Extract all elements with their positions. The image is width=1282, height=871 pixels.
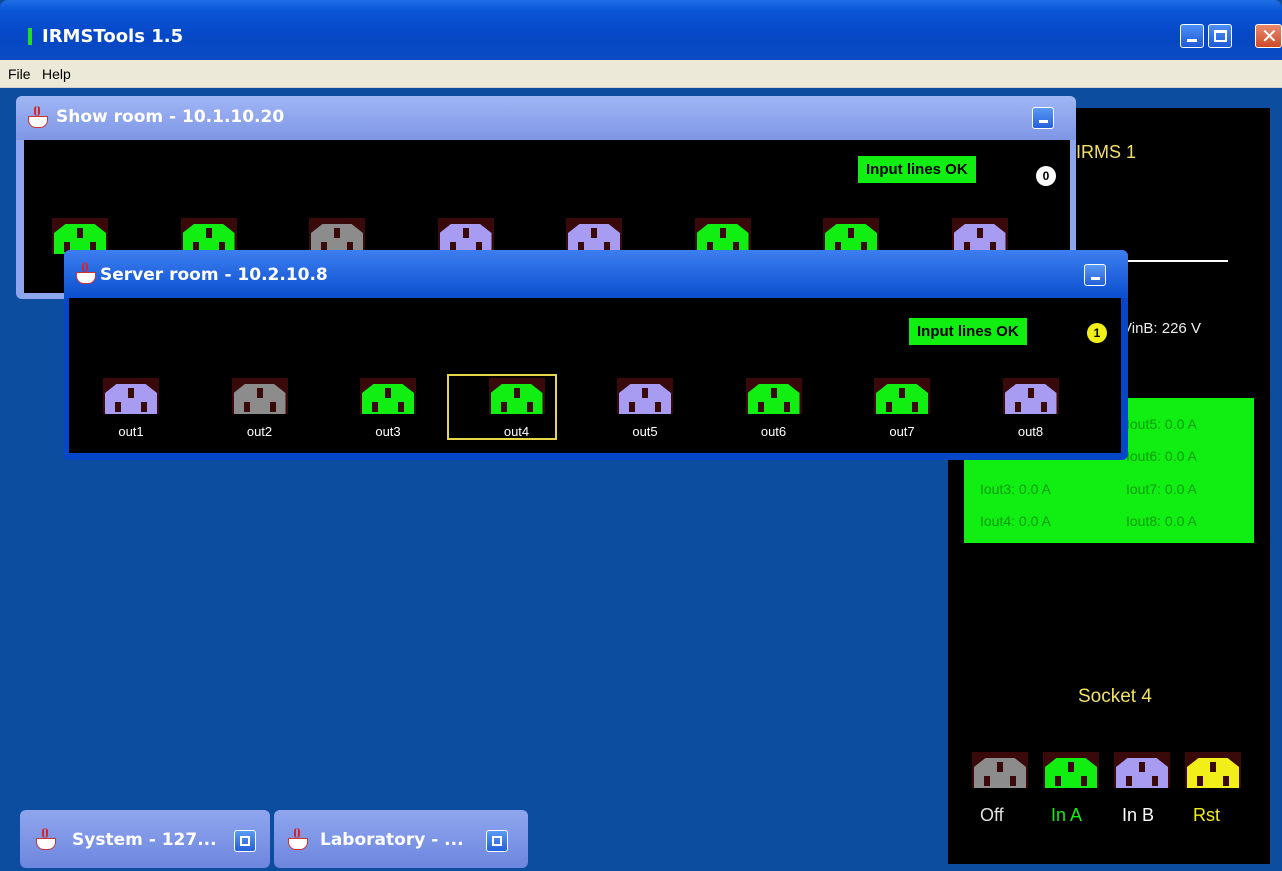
java-icon [286,828,312,852]
selected-socket-title: Socket 4 [1078,686,1152,707]
socket-label: out8 [1017,424,1044,439]
socket-button-label: Off [980,805,1004,825]
menu-help[interactable]: Help [42,66,71,82]
window-title: IRMSTools 1.5 [42,26,184,47]
restore-icon [240,836,250,846]
socket-label: out1 [118,424,144,439]
iout4-readout: Iout4: 0.0 A [980,513,1051,529]
restore-icon [492,836,502,846]
socket-in-b-button[interactable] [1114,752,1170,788]
iconify-button[interactable] [1032,107,1054,129]
socket-icon[interactable] [823,218,879,254]
minimize-icon [1039,120,1048,123]
socket-icon[interactable] [309,218,365,254]
iout5-readout: Iout5: 0.0 A [1126,416,1197,432]
socket-out7[interactable] [874,378,930,414]
socket-label: out2 [246,424,273,439]
show-room-title: Show room - 10.1.10.20 [56,107,285,127]
minimized-frame-laboratory[interactable]: Laboratory - ... [274,810,528,868]
server-room-frame: Server room - 10.2.10.8 Input lines OK 1… [64,250,1128,460]
socket-out6[interactable] [745,378,802,414]
socket-out5[interactable] [617,378,673,414]
socket-icon[interactable] [180,218,237,254]
server-room-body: Input lines OK 1 out1 out2 out3 out4 out5 out… [69,298,1121,453]
title-bar: IRMSTools 1.5 ✕ [0,0,1282,60]
java-icon [26,106,52,130]
java-icon [34,828,60,852]
socket-label: out5 [632,424,658,439]
socket-icon[interactable] [694,218,751,254]
socket-out2[interactable] [231,378,288,414]
vinb-readout: VinB: 226 V [1122,320,1201,337]
status-badge: 0 [1036,166,1056,186]
socket-label: out7 [889,424,915,439]
socket-in-a-button[interactable] [1043,752,1099,788]
socket-label: out3 [375,424,401,439]
socket-out1[interactable] [103,378,159,414]
iout6-readout: Iout6: 0.0 A [1126,448,1197,464]
socket-icon[interactable] [437,218,494,254]
socket-button-label: Rst [1193,805,1220,825]
minimize-icon [1091,277,1100,280]
iout7-readout: Iout7: 0.0 A [1126,481,1197,497]
socket-icon[interactable] [52,218,108,254]
minimized-frame-title: System - 127... [72,830,217,850]
socket-off-button[interactable] [972,752,1028,788]
restore-button[interactable] [234,830,256,852]
menu-file[interactable]: File [8,66,31,82]
input-lines-status: Input lines OK [909,318,1027,345]
server-room-title: Server room - 10.2.10.8 [100,265,328,285]
maximize-icon [1214,30,1227,42]
minimize-icon [1187,39,1197,42]
java-icon [74,262,100,286]
socket-icon[interactable] [951,218,1008,254]
restore-button[interactable] [486,830,508,852]
minimized-frame-system[interactable]: System - 127... [20,810,270,868]
device-name: IRMS 1 [1076,142,1137,162]
socket-out4[interactable] [488,378,545,414]
close-button[interactable]: ✕ [1255,24,1282,48]
menu-bar: File Help [0,60,1282,88]
socket-label: out6 [760,424,787,439]
iconify-button[interactable] [1084,264,1106,286]
maximize-button[interactable] [1208,24,1232,48]
input-lines-status: Input lines OK [858,156,976,183]
socket-label: out4 [503,424,530,439]
socket-out8[interactable] [1002,378,1059,414]
iout3-readout: Iout3: 0.0 A [980,481,1051,497]
socket-icon[interactable] [566,218,622,254]
app-icon [28,28,32,45]
socket-out3[interactable] [360,378,416,414]
server-room-titlebar[interactable]: Server room - 10.2.10.8 [64,250,1128,298]
iout8-readout: Iout8: 0.0 A [1126,513,1197,529]
socket-button-label: In A [1051,805,1083,825]
socket-rst-button[interactable] [1185,752,1241,788]
minimize-button[interactable] [1180,24,1204,48]
socket-button-label: In B [1122,805,1155,825]
close-icon: ✕ [1261,24,1278,48]
show-room-titlebar[interactable]: Show room - 10.1.10.20 [16,96,1076,140]
minimized-frame-title: Laboratory - ... [320,830,464,850]
status-badge: 1 [1087,323,1107,343]
